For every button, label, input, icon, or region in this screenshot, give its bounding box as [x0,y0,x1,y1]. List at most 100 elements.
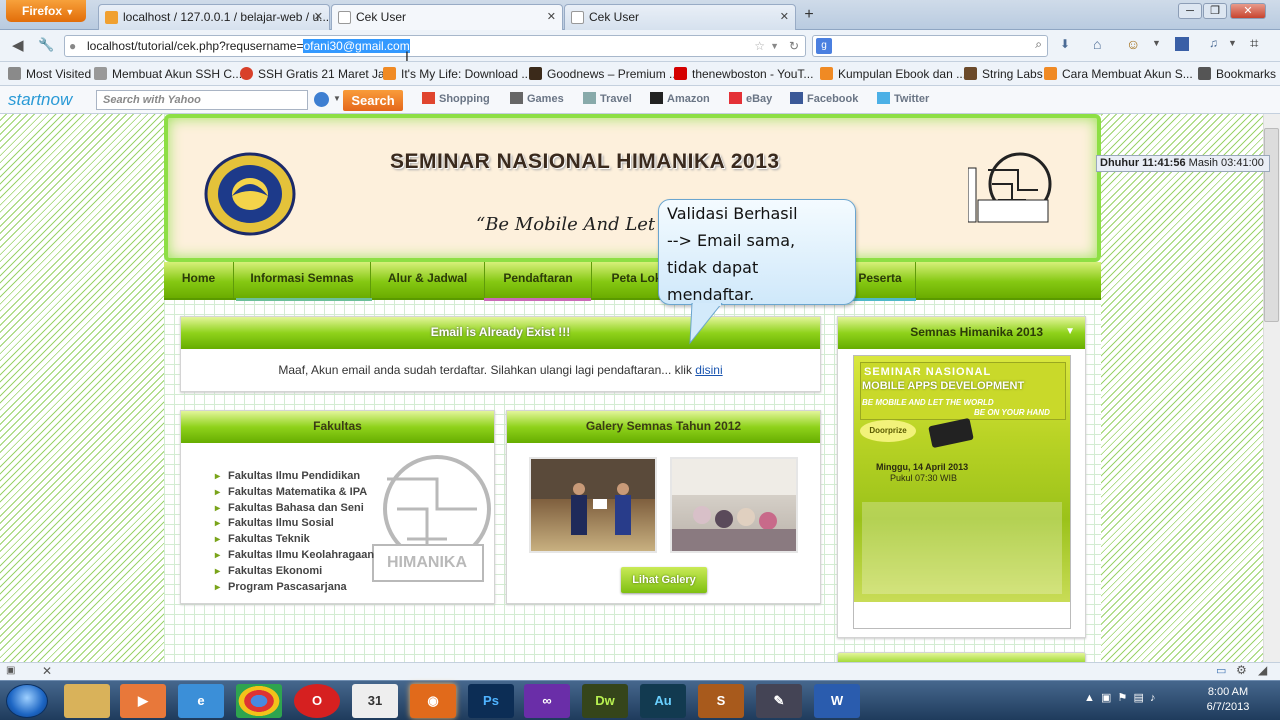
tab-phpmyadmin[interactable]: localhost / 127.0.0.1 / belajar-web / u.… [98,4,330,30]
view-gallery-button[interactable]: Lihat Galery [621,567,707,593]
fakultas-item[interactable]: Fakultas Ilmu Keolahragaan [215,548,374,564]
chevron-down-icon[interactable]: ▼ [1065,317,1075,347]
firefox-menu-button[interactable]: Firefox ▼ [6,0,86,22]
bookmark-item[interactable]: It's My Life: Download ... [383,67,531,81]
explorer-taskbar-icon[interactable] [64,684,110,718]
sponsor-strip [854,602,1070,628]
audition-taskbar-icon[interactable]: Au [640,684,686,718]
opera-taskbar-icon[interactable]: O [294,684,340,718]
dropdown-icon[interactable]: ▼ [1228,38,1237,48]
toolbar-link-amazon[interactable]: Amazon [650,92,710,105]
fakultas-item[interactable]: Program Pascasarjana [215,580,374,596]
bookmark-item[interactable]: Cara Membuat Akun S... [1044,67,1193,81]
poster-line: SEMINAR NASIONAL [864,366,992,378]
addon-bar-icon[interactable]: ▣ [6,665,15,676]
close-icon[interactable]: ✕ [42,664,52,678]
bookmark-item[interactable]: Membuat Akun SSH C... [94,67,242,81]
fakultas-item[interactable]: Fakultas Teknik [215,532,374,548]
menu-alur-jadwal[interactable]: Alur & Jadwal [371,262,485,298]
word-taskbar-icon[interactable]: W [814,684,860,718]
maximize-button[interactable]: ❐ [1203,3,1227,19]
tool-taskbar-icon[interactable]: ✎ [756,684,802,718]
minimize-button[interactable]: ─ [1178,3,1202,19]
page-icon [338,11,351,24]
gallery-photo[interactable] [670,457,798,553]
bookmark-item[interactable]: Kumpulan Ebook dan ... [820,67,966,81]
retry-link[interactable]: disini [695,363,722,377]
gallery-photo[interactable] [529,457,657,553]
dropdown-icon[interactable]: ▼ [1152,38,1161,48]
ie-taskbar-icon[interactable]: e [178,684,224,718]
home-icon[interactable]: ⌂ [1093,36,1101,52]
magnifier-icon[interactable]: ⌕ [1035,37,1042,52]
firefox-taskbar-icon[interactable]: ◉ [410,684,456,718]
tab-cek-user-active[interactable]: Cek User ✕ [331,4,563,31]
slides-taskbar-icon[interactable]: S [698,684,744,718]
dropdown-icon[interactable]: ▼ [770,36,779,56]
star-icon [1198,67,1211,80]
google-icon[interactable]: g [816,38,832,54]
poster-line: Minggu, 14 April 2013 [876,462,969,472]
bookmark-item[interactable]: Goodnews – Premium ... [529,67,679,81]
toolbar-link-facebook[interactable]: Facebook [790,92,858,105]
bookmark-most-visited[interactable]: Most Visited [8,67,91,81]
taskbar-clock[interactable]: 8:00 AM 6/7/2013 [1198,685,1258,715]
addon-icon[interactable]: ☺ [1126,36,1140,52]
reload-icon[interactable]: ↻ [789,36,799,56]
bookmarks-menu[interactable]: Bookmarks [1198,67,1276,81]
toolbar-link-shopping[interactable]: Shopping [422,92,490,105]
menu-informasi-semnas[interactable]: Informasi Semnas [234,262,371,298]
search-box[interactable]: g ⌕ [812,35,1048,57]
menu-home[interactable]: Home [164,262,234,298]
startnow-logo[interactable]: startnow [8,90,72,110]
photoshop-taskbar-icon[interactable]: Ps [468,684,514,718]
fakultas-item[interactable]: Fakultas Ilmu Sosial [215,516,374,532]
close-tab-icon[interactable]: ✕ [547,5,556,29]
fakultas-panel: Fakultas HIMANIKA Fakultas Ilmu Pendidik… [180,410,495,604]
pvd-icon[interactable] [1175,37,1189,51]
toolbar-link-games[interactable]: Games [510,92,564,105]
fakultas-item[interactable]: Fakultas Ilmu Pendidikan [215,469,374,485]
tab-cek-user[interactable]: Cek User ✕ [564,4,796,30]
start-button[interactable] [6,684,48,718]
close-tab-icon[interactable]: ✕ [780,5,789,29]
url-bar[interactable]: ● localhost/tutorial/cek.php?requsername… [64,35,806,57]
bookmark-label: thenewboston - YouT... [692,67,814,81]
bookmark-item[interactable]: SSH Gratis 21 Maret Ja... [240,67,395,81]
toolbar-link-twitter[interactable]: Twitter [877,92,929,105]
bookmark-item[interactable]: String Labs [964,67,1043,81]
globe-icon: ● [69,39,77,53]
gear-icon [8,67,21,80]
gear-icon[interactable]: ⚙ [1236,663,1247,677]
menu-pendaftaran[interactable]: Pendaftaran [485,262,592,298]
tools-icon[interactable]: 🔧 [38,37,54,53]
toolbar-link-ebay[interactable]: eBay [729,92,772,105]
crop-icon[interactable]: ⌗ [1250,35,1258,52]
fakultas-item[interactable]: Fakultas Matematika & IPA [215,485,374,501]
close-window-button[interactable]: ✕ [1230,3,1266,19]
resize-icon[interactable]: ◢ [1258,663,1267,677]
sync-icon[interactable]: ♫ [1209,36,1218,50]
yahoo-search-input[interactable]: Search with Yahoo [96,90,308,110]
event-poster[interactable]: SEMINAR NASIONAL MOBILE APPS DEVELOPMENT… [853,355,1071,629]
system-tray[interactable]: ▲ ▣ ⚑ ▤ ♪ [1084,691,1155,704]
toolbar-link-travel[interactable]: Travel [583,92,632,105]
close-tab-icon[interactable]: ✕ [314,5,323,29]
fakultas-item[interactable]: Fakultas Ekonomi [215,564,374,580]
toolbar-search-button[interactable]: Search [343,90,403,111]
visual-studio-taskbar-icon[interactable]: ∞ [524,684,570,718]
bookmark-item[interactable]: thenewboston - YouT... [674,67,813,81]
new-tab-button[interactable]: + [798,5,820,27]
dropdown-icon[interactable]: ▼ [333,94,341,103]
back-icon[interactable]: ◀ [12,36,24,54]
download-icon[interactable]: ⬇ [1060,37,1070,51]
chrome-taskbar-icon[interactable] [236,684,282,718]
fakultas-item[interactable]: Fakultas Bahasa dan Seni [215,501,374,517]
dreamweaver-taskbar-icon[interactable]: Dw [582,684,628,718]
search-engine-icon[interactable] [314,92,329,107]
monitor-icon[interactable]: ▭ [1216,664,1226,677]
toolbar-link-label: Shopping [439,93,490,105]
media-player-taskbar-icon[interactable]: ▶ [120,684,166,718]
star-icon[interactable]: ☆ [754,36,765,56]
calendar-taskbar-icon[interactable]: 31 [352,684,398,718]
